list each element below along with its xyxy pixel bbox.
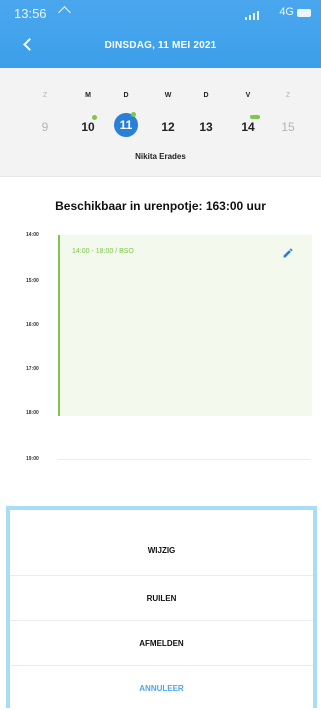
shift-time-label: 14:00 - 18:00 / BSO xyxy=(72,248,134,255)
hour-label: 16:00 xyxy=(26,322,39,328)
location-arrow-icon xyxy=(58,6,71,19)
weekday-letter: Z xyxy=(285,92,291,99)
signal-icon xyxy=(245,10,261,20)
employee-name: Nikita Erades xyxy=(135,152,186,161)
hour-label: 17:00 xyxy=(26,366,39,372)
app-header: 13:56 4G DINSDAG, 11 MEI 2021 xyxy=(0,0,321,68)
day-9[interactable]: 9 xyxy=(35,120,55,134)
week-selector: Z M D W D V Z 9 10 11 12 13 14 15 Nikita… xyxy=(0,68,321,177)
day-10[interactable]: 10 xyxy=(78,120,98,134)
network-type: 4G xyxy=(279,6,294,18)
hours-balance: Beschikbaar in urenpotje: 163:00 uur xyxy=(55,199,266,213)
day-13[interactable]: 13 xyxy=(196,120,216,134)
hour-label: 18:00 xyxy=(26,410,39,416)
status-bar: 13:56 4G xyxy=(0,0,321,32)
weekday-letter: M xyxy=(85,92,91,99)
shift-marker-dash xyxy=(250,115,260,119)
weekday-letter: V xyxy=(245,92,251,99)
deregister-button[interactable]: AFMELDEN xyxy=(6,621,317,665)
schedule-view: Beschikbaar in urenpotje: 163:00 uur 14:… xyxy=(0,177,321,507)
cancel-button[interactable]: ANNULEER xyxy=(6,666,317,710)
weekday-letter: D xyxy=(203,92,209,99)
battery-icon xyxy=(297,9,311,17)
hour-divider xyxy=(58,459,310,460)
weekday-letter: W xyxy=(164,92,172,99)
weekday-letter: D xyxy=(123,92,129,99)
page-title: DINSDAG, 11 MEI 2021 xyxy=(104,40,217,51)
pencil-icon[interactable] xyxy=(282,247,294,259)
shift-block[interactable]: 14:00 - 18:00 / BSO xyxy=(58,235,312,416)
status-time: 13:56 xyxy=(14,6,47,21)
hour-label: 19:00 xyxy=(26,456,39,462)
edit-button[interactable]: WIJZIG xyxy=(6,528,317,572)
hour-label: 15:00 xyxy=(26,278,39,284)
day-12[interactable]: 12 xyxy=(158,120,178,134)
weekday-letter: Z xyxy=(42,92,48,99)
swap-button[interactable]: RUILEN xyxy=(6,576,317,620)
day-15[interactable]: 15 xyxy=(278,120,298,134)
day-14[interactable]: 14 xyxy=(238,120,258,134)
shift-marker-dot xyxy=(131,112,136,117)
hour-label: 14:00 xyxy=(26,232,39,238)
shift-marker-dot xyxy=(92,115,97,120)
